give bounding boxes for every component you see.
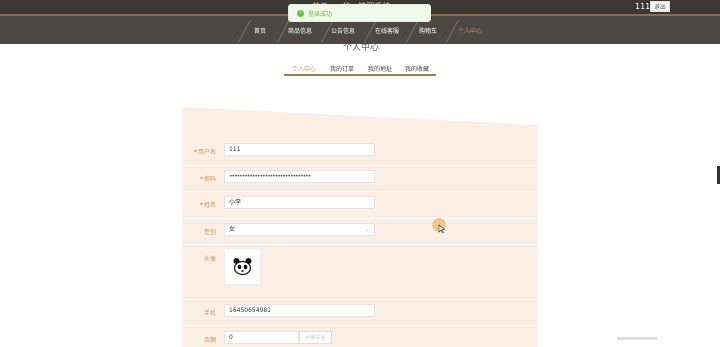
username-field[interactable]: 111: [224, 143, 375, 156]
password-label: *密码: [199, 176, 216, 183]
password-field[interactable]: ••••••••••••••••••••••••••••••••: [224, 170, 375, 183]
row-divider: [182, 165, 538, 166]
nav-item-profile[interactable]: 个人中心: [458, 26, 482, 35]
panda-avatar-icon: [233, 258, 252, 276]
success-toast: ✓ 登录成功: [288, 4, 431, 22]
nav-item-service[interactable]: 在线客服: [375, 26, 399, 35]
balance-field[interactable]: 0: [224, 331, 299, 344]
tab-orders[interactable]: 我的订单: [330, 64, 354, 73]
nav-item-home[interactable]: 首页: [254, 26, 266, 35]
phone-field[interactable]: 16450654981: [224, 304, 375, 317]
avatar-label: 头像: [203, 256, 216, 263]
row-divider: [182, 191, 538, 192]
chevron-down-icon: ⌄: [364, 226, 370, 233]
nav-divider: [238, 20, 251, 42]
tab-profile[interactable]: 个人中心: [292, 64, 316, 73]
nav-item-notices[interactable]: 公告信息: [331, 26, 355, 35]
recharge-button[interactable]: 点我充值: [299, 331, 332, 344]
avatar-upload[interactable]: [224, 248, 261, 285]
gender-value: 女: [229, 226, 236, 233]
pointer-cursor-icon: [438, 224, 446, 234]
row-divider: [182, 218, 538, 219]
gender-select[interactable]: 女 ⌄: [224, 223, 375, 236]
tab-favorites[interactable]: 我的收藏: [405, 64, 429, 73]
nav-divider: [406, 20, 419, 42]
username-label: *用户名: [193, 149, 216, 156]
check-circle-icon: ✓: [297, 10, 304, 17]
balance-label: 余额: [203, 337, 216, 344]
footer-hint: [617, 337, 657, 340]
row-divider: [182, 244, 538, 245]
nav-item-products[interactable]: 商品信息: [288, 26, 312, 35]
toast-message: 登录成功: [308, 11, 333, 18]
page-title: 个人中心: [343, 43, 380, 53]
logout-button[interactable]: 退出: [650, 1, 670, 12]
name-label: *姓名: [199, 202, 216, 209]
tab-address[interactable]: 我的地址: [368, 64, 392, 73]
nav-divider: [446, 20, 459, 42]
row-divider: [182, 325, 538, 326]
row-divider: [182, 299, 538, 300]
tabs-underline: [284, 74, 436, 76]
user-name: 111: [635, 2, 651, 11]
name-field[interactable]: 小李: [224, 196, 375, 209]
nav-item-cart[interactable]: 购物车: [419, 26, 437, 35]
gender-label: 性别: [203, 229, 216, 236]
phone-label: 手机: [203, 310, 216, 317]
